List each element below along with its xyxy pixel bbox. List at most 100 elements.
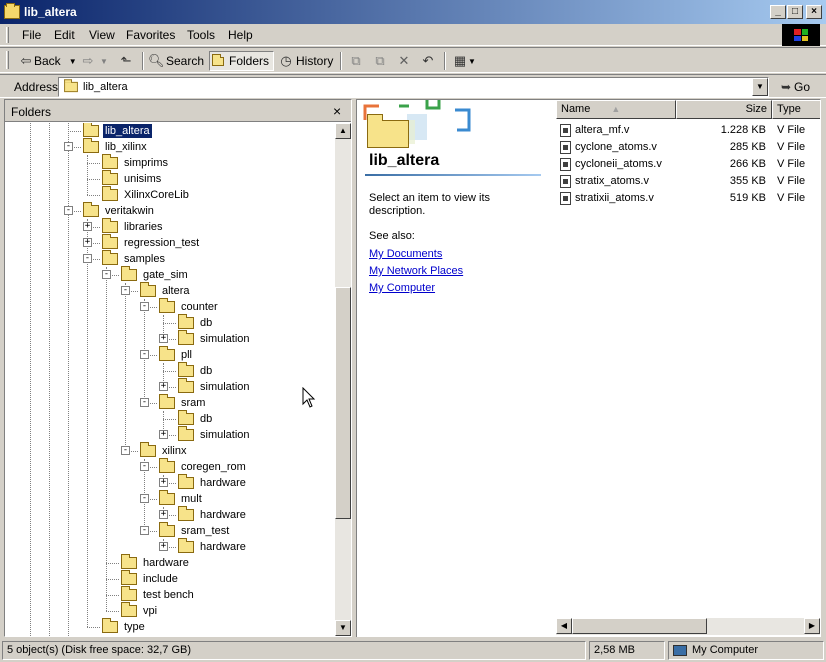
undo-button[interactable]: ↶	[420, 51, 436, 71]
tree-node[interactable]: hardware	[178, 506, 248, 523]
file-list-hscrollbar[interactable]: ◀ ▶	[556, 618, 820, 635]
tree-node[interactable]: simulation	[178, 426, 252, 443]
expand-icon[interactable]: +	[159, 478, 168, 487]
search-button[interactable]: 🔍︎ Search	[148, 51, 204, 71]
delete-button[interactable]: ✕	[396, 51, 412, 71]
tree-node[interactable]: vpi	[121, 602, 159, 619]
collapse-icon[interactable]: -	[140, 526, 149, 535]
toolbar-grip[interactable]	[6, 51, 9, 69]
tree-node[interactable]: hardware	[178, 474, 248, 491]
expand-icon[interactable]: +	[83, 222, 92, 231]
minimize-button[interactable]: _	[770, 5, 786, 19]
file-row[interactable]: altera_mf.v 1.228 KB V File	[556, 122, 820, 139]
file-row[interactable]: stratix_atoms.v 355 KB V File	[556, 173, 820, 190]
folder-tree-scrollbar[interactable]: ▲ ▼	[335, 123, 351, 636]
tree-node[interactable]: db	[178, 362, 214, 379]
file-row[interactable]: stratixii_atoms.v 519 KB V File	[556, 190, 820, 207]
tree-node[interactable]: lib_altera	[83, 123, 153, 139]
tree-node[interactable]: simulation	[178, 378, 252, 395]
tree-node[interactable]: regression_test	[102, 234, 201, 251]
scroll-up-button[interactable]: ▲	[335, 123, 351, 139]
scroll-thumb[interactable]	[572, 618, 707, 634]
collapse-icon[interactable]: -	[83, 254, 92, 263]
history-button[interactable]: ◷ History	[278, 51, 333, 71]
menu-view[interactable]: View	[89, 28, 115, 42]
scroll-right-button[interactable]: ▶	[804, 618, 820, 634]
collapse-icon[interactable]: -	[140, 302, 149, 311]
file-row[interactable]: cycloneii_atoms.v 266 KB V File	[556, 156, 820, 173]
expand-icon[interactable]: +	[159, 542, 168, 551]
link-my-documents[interactable]: My Documents	[369, 248, 442, 260]
column-header-size[interactable]: Size	[676, 100, 772, 119]
go-button[interactable]: ➥ Go	[778, 79, 810, 95]
tree-node[interactable]: samples	[102, 250, 167, 267]
expand-icon[interactable]: +	[83, 238, 92, 247]
close-button[interactable]: ×	[806, 5, 822, 19]
collapse-icon[interactable]: -	[64, 206, 73, 215]
back-dropdown-icon[interactable]: ▼	[69, 57, 77, 66]
collapse-icon[interactable]: -	[140, 462, 149, 471]
scroll-down-button[interactable]: ▼	[335, 620, 351, 636]
tree-node[interactable]: include	[121, 570, 180, 587]
tree-node[interactable]: simprims	[102, 154, 170, 171]
tree-node[interactable]: db	[178, 410, 214, 427]
expand-icon[interactable]: +	[159, 382, 168, 391]
expand-icon[interactable]: +	[159, 334, 168, 343]
tree-node[interactable]: veritakwin	[83, 202, 156, 219]
tree-node[interactable]: hardware	[121, 554, 191, 571]
up-folder-button[interactable]: ⬑	[118, 51, 134, 71]
tree-node[interactable]: lib_xilinx	[83, 138, 149, 155]
collapse-icon[interactable]: -	[121, 286, 130, 295]
menu-edit[interactable]: Edit	[54, 28, 75, 42]
tree-node[interactable]: test bench	[121, 586, 196, 603]
address-dropdown-button[interactable]: ▼	[752, 78, 768, 96]
maximize-button[interactable]: □	[787, 5, 803, 19]
expand-icon[interactable]: +	[159, 510, 168, 519]
tree-node[interactable]: counter	[159, 298, 220, 315]
collapse-icon[interactable]: -	[140, 494, 149, 503]
menu-help[interactable]: Help	[228, 28, 253, 42]
collapse-icon[interactable]: -	[64, 142, 73, 151]
tree-node[interactable]: unisims	[102, 170, 163, 187]
collapse-icon[interactable]: -	[140, 350, 149, 359]
file-row[interactable]: cyclone_atoms.v 285 KB V File	[556, 139, 820, 156]
toolbar-grip[interactable]	[6, 27, 9, 43]
title-bar[interactable]: lib_altera _ □ ×	[0, 0, 826, 24]
forward-dropdown-icon[interactable]: ▼	[100, 57, 108, 66]
menu-file[interactable]: File	[22, 28, 41, 42]
tree-node[interactable]: altera	[140, 282, 192, 299]
folders-button[interactable]: Folders	[209, 51, 275, 71]
scroll-left-button[interactable]: ◀	[556, 618, 572, 634]
menu-favorites[interactable]: Favorites	[126, 28, 175, 42]
views-button[interactable]: ▦ ▼	[452, 51, 476, 71]
menu-tools[interactable]: Tools	[187, 28, 215, 42]
expand-icon[interactable]: +	[159, 430, 168, 439]
views-dropdown-icon[interactable]: ▼	[468, 57, 476, 66]
collapse-icon[interactable]: -	[121, 446, 130, 455]
tree-node[interactable]: gate_sim	[121, 266, 190, 283]
tree-node[interactable]: type	[102, 618, 147, 635]
forward-button[interactable]: ⇨ ▼	[80, 51, 108, 71]
tree-node[interactable]: sram	[159, 394, 207, 411]
tree-node[interactable]: XilinxCoreLib	[102, 186, 191, 203]
back-button[interactable]: ⇦ Back ▼	[18, 51, 77, 71]
collapse-icon[interactable]: -	[140, 398, 149, 407]
tree-node[interactable]: mult	[159, 490, 204, 507]
tree-node[interactable]: sram_test	[159, 522, 231, 539]
tree-node[interactable]: simulation	[178, 330, 252, 347]
link-my-network-places[interactable]: My Network Places	[369, 265, 463, 277]
tree-node[interactable]: db	[178, 314, 214, 331]
collapse-icon[interactable]: -	[102, 270, 111, 279]
column-header-name[interactable]: Name ▲	[556, 100, 676, 119]
tree-node[interactable]: coregen_rom	[159, 458, 248, 475]
tree-node[interactable]: libraries	[102, 218, 165, 235]
link-my-computer[interactable]: My Computer	[369, 282, 435, 294]
address-input[interactable]: lib_altera ▼	[58, 77, 769, 97]
column-header-type[interactable]: Type	[772, 100, 820, 119]
move-to-button[interactable]: ⧉	[348, 51, 364, 71]
copy-to-button[interactable]: ⧉	[372, 51, 388, 71]
tree-node[interactable]: hardware	[178, 538, 248, 555]
scroll-thumb[interactable]	[335, 287, 351, 519]
folders-pane-close-button[interactable]: ×	[333, 103, 341, 119]
tree-node[interactable]: xilinx	[140, 442, 188, 459]
